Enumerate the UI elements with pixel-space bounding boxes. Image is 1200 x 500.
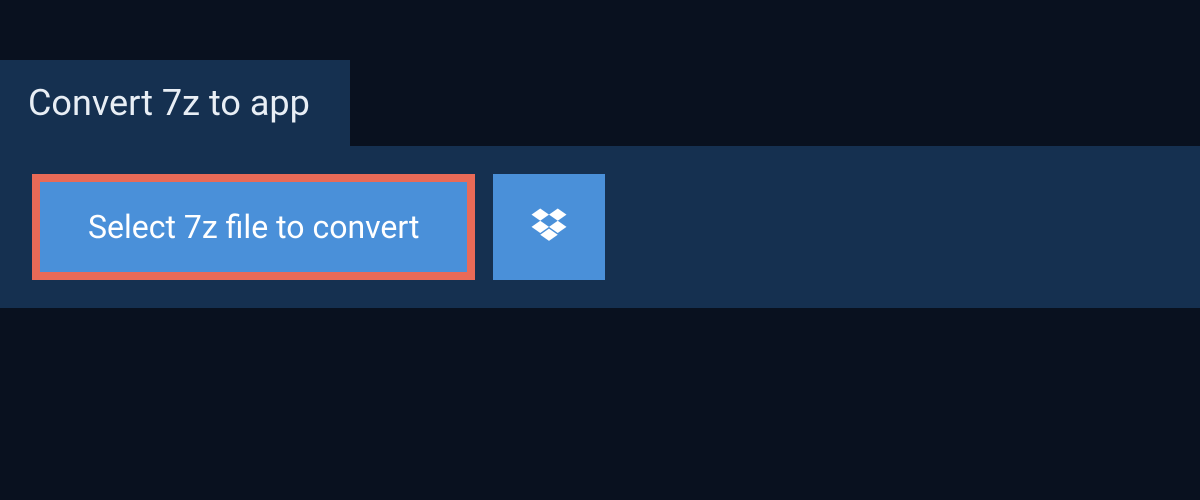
page-title: Convert 7z to app (28, 82, 310, 124)
select-file-button[interactable]: Select 7z file to convert (32, 174, 475, 280)
upload-panel: Select 7z file to convert (0, 146, 1200, 308)
dropbox-icon (528, 205, 570, 250)
tab-header: Convert 7z to app (0, 60, 350, 146)
select-file-label: Select 7z file to convert (88, 208, 419, 246)
dropbox-button[interactable] (493, 174, 605, 280)
